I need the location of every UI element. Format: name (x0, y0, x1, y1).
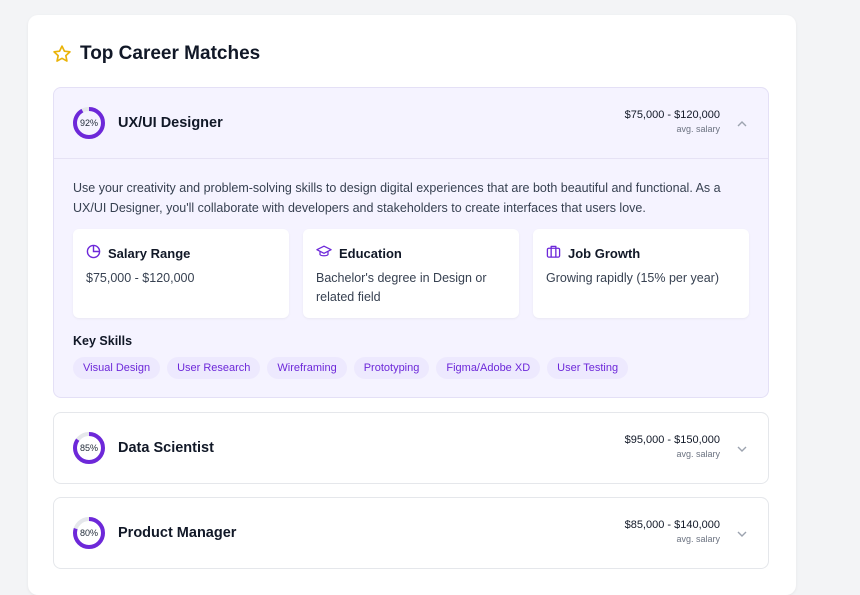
star-icon (52, 44, 72, 64)
panel-header: Top Career Matches (52, 43, 260, 65)
career-card-product-manager: 80% Product Manager $85,000 - $140,000 a… (53, 497, 769, 569)
skill-chip: Prototyping (353, 357, 430, 379)
info-label: Job Growth (568, 245, 641, 261)
pie-chart-icon (86, 244, 101, 262)
salary-summary: $85,000 - $140,000 avg. salary (625, 519, 720, 544)
info-value: Bachelor's degree in Design or related f… (316, 271, 487, 304)
salary-caption: avg. salary (676, 534, 720, 544)
career-card-ux-ui-designer: 92% UX/UI Designer $75,000 - $120,000 av… (53, 87, 769, 398)
info-label: Education (339, 245, 402, 261)
briefcase-icon (546, 244, 561, 262)
career-card-header[interactable]: 92% UX/UI Designer $75,000 - $120,000 av… (54, 88, 768, 159)
salary-caption: avg. salary (676, 124, 720, 134)
match-score-ring: 92% (72, 106, 106, 140)
skill-chip: Wireframing (267, 357, 347, 379)
info-value: $75,000 - $120,000 (86, 271, 195, 285)
graduation-cap-icon (316, 244, 332, 262)
salary-range: $75,000 - $120,000 (624, 109, 720, 121)
match-score-ring: 85% (72, 431, 106, 465)
salary-summary: $95,000 - $150,000 avg. salary (625, 434, 720, 459)
salary-caption: avg. salary (676, 449, 720, 459)
match-score-label: 92% (79, 118, 98, 128)
match-score-label: 80% (79, 528, 98, 538)
chevron-down-icon[interactable] (736, 442, 748, 454)
info-value: Growing rapidly (15% per year) (546, 271, 719, 285)
skill-chip: Visual Design (73, 357, 161, 379)
panel-title: Top Career Matches (80, 43, 261, 64)
career-title: Product Manager (118, 525, 237, 541)
skill-chip: User Research (167, 357, 261, 379)
career-matches-panel: Top Career Matches 92% UX/UI Designer $7… (28, 15, 796, 595)
info-box-job-growth: Job Growth Growing rapidly (15% per year… (533, 229, 749, 318)
chevron-down-icon[interactable] (736, 527, 748, 539)
info-box-education: Education Bachelor's degree in Design or… (303, 229, 519, 318)
key-skills-title: Key Skills (73, 334, 133, 348)
skill-chips: Visual Design User Research Wireframing … (73, 357, 629, 379)
info-label: Salary Range (108, 245, 191, 261)
career-description: Use your creativity and problem-solving … (73, 181, 721, 215)
match-score-label: 85% (79, 443, 98, 453)
skill-chip: Figma/Adobe XD (436, 357, 541, 379)
career-title: UX/UI Designer (118, 115, 223, 131)
salary-range: $85,000 - $140,000 (624, 519, 720, 531)
career-card-header[interactable]: 80% Product Manager $85,000 - $140,000 a… (54, 498, 768, 568)
salary-range: $95,000 - $150,000 (624, 434, 720, 446)
career-title: Data Scientist (118, 440, 214, 456)
match-score-ring: 80% (72, 516, 106, 550)
info-box-salary: Salary Range $75,000 - $120,000 (73, 229, 289, 318)
career-card-data-scientist: 85% Data Scientist $95,000 - $150,000 av… (53, 412, 769, 484)
skill-chip: User Testing (547, 357, 629, 379)
career-card-header[interactable]: 85% Data Scientist $95,000 - $150,000 av… (54, 413, 768, 483)
salary-summary: $75,000 - $120,000 avg. salary (625, 109, 720, 134)
chevron-up-icon[interactable] (736, 117, 748, 129)
